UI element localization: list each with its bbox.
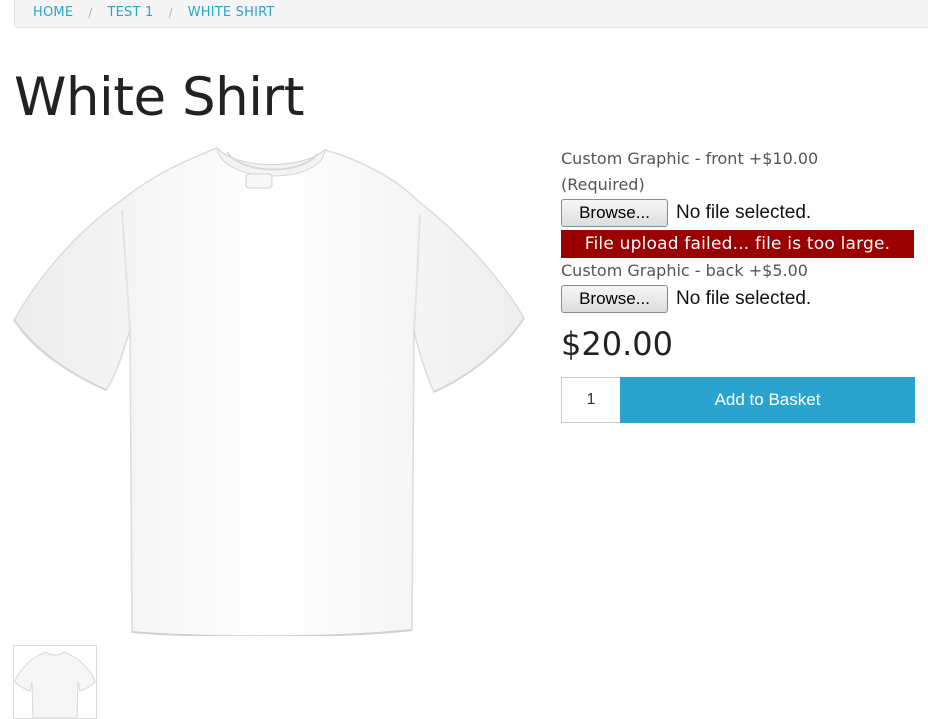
breadcrumb: HOME / TEST 1 / WHITE SHIRT bbox=[14, 0, 928, 28]
white-tshirt-image bbox=[13, 146, 525, 638]
product-price: $20.00 bbox=[561, 325, 673, 363]
upload-error-message: File upload failed... file is too large. bbox=[561, 230, 914, 258]
product-options: Custom Graphic - front +$10.00 (Required… bbox=[561, 146, 915, 423]
breadcrumb-separator: / bbox=[88, 6, 93, 20]
purchase-row: Add to Basket bbox=[561, 377, 915, 423]
front-browse-button[interactable]: Browse... bbox=[561, 199, 668, 227]
back-file-input[interactable]: Browse... No file selected. bbox=[561, 284, 915, 314]
back-graphic-label: Custom Graphic - back +$5.00 bbox=[561, 261, 808, 280]
breadcrumb-separator: / bbox=[168, 6, 173, 20]
page-title: White Shirt bbox=[14, 67, 305, 128]
product-thumbnail[interactable] bbox=[13, 645, 97, 719]
add-to-basket-button[interactable]: Add to Basket bbox=[620, 377, 915, 423]
required-note: (Required) bbox=[561, 175, 645, 194]
front-file-input[interactable]: Browse... No file selected. bbox=[561, 198, 915, 228]
white-tshirt-thumbnail bbox=[14, 651, 96, 718]
breadcrumb-category-link[interactable]: TEST 1 bbox=[108, 5, 154, 20]
front-graphic-label: Custom Graphic - front +$10.00 bbox=[561, 149, 819, 168]
quantity-input[interactable] bbox=[561, 377, 620, 423]
back-browse-button[interactable]: Browse... bbox=[561, 285, 668, 313]
back-file-status: No file selected. bbox=[676, 288, 812, 309]
breadcrumb-current-link[interactable]: WHITE SHIRT bbox=[188, 5, 275, 20]
front-file-status: No file selected. bbox=[676, 202, 812, 223]
breadcrumb-home-link[interactable]: HOME bbox=[33, 5, 73, 20]
product-image[interactable] bbox=[12, 140, 526, 638]
